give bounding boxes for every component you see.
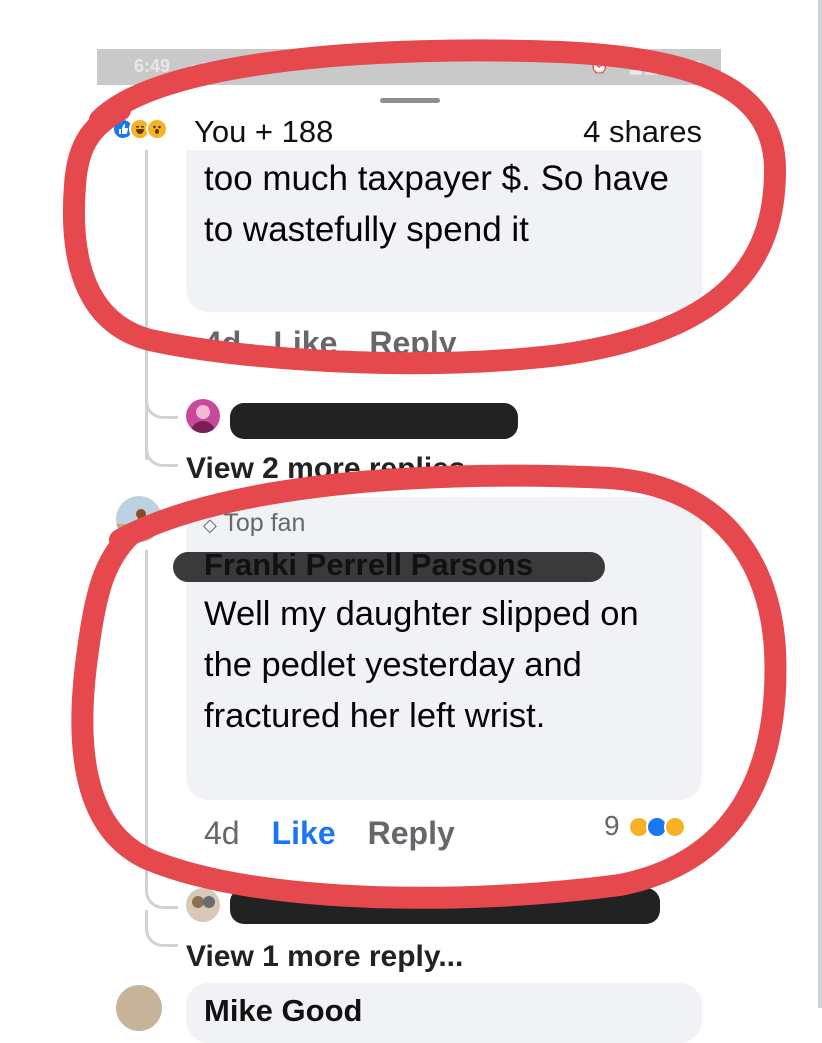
gallery-icon: ▨ <box>253 59 272 76</box>
image-icon: ▣ <box>202 59 221 76</box>
page-right-edge <box>818 0 822 1008</box>
app-icon: ✣ <box>236 59 254 76</box>
battery-icon <box>691 61 701 73</box>
reaction-count: 9 <box>604 810 620 841</box>
status-time: 6:49 <box>134 56 171 76</box>
comment-reactions[interactable]: 9 <box>604 810 704 844</box>
reply-preview-text: Bel Gibbs Cynthie... <box>242 405 507 436</box>
messenger-icon: ● <box>189 59 203 76</box>
like-button[interactable]: Like <box>272 815 336 851</box>
status-bar: 6:49 ●▣✉✣▨ ⏰◠▂▃ 33% <box>97 49 721 85</box>
comment-bubble[interactable]: ◇ Top fan Franki Perrell Parsons Well my… <box>173 497 702 800</box>
care-reaction-icon <box>664 816 686 838</box>
reply-preview-text: Anne West Franki Perrell Par... <box>242 890 648 921</box>
reply-preview[interactable]: Anne West Franki Perrell Par... <box>230 888 660 924</box>
comment-time: 4d <box>204 815 240 851</box>
avatar[interactable] <box>186 888 220 922</box>
comment-text: too much taxpayer $. So have to wasteful… <box>204 159 669 249</box>
notification-icons: ●▣✉✣▨ <box>189 58 272 76</box>
top-fan-label: Top fan <box>223 509 306 537</box>
thread-line <box>145 550 148 880</box>
thread-line <box>145 150 148 460</box>
reply-connector <box>145 430 178 467</box>
comment-text: Well my daughter slipped on the pedlet y… <box>204 595 639 735</box>
comment-bubble[interactable]: Mike Good <box>186 983 702 1043</box>
diamond-icon: ◇ <box>203 515 217 535</box>
avatar[interactable] <box>116 496 162 542</box>
alarm-icon: ⏰ <box>590 58 613 75</box>
comment-actions: 4d Like Reply <box>204 325 489 362</box>
reply-connector <box>145 910 178 947</box>
reply-button[interactable]: Reply <box>369 325 456 361</box>
comment-author: Mike Good <box>204 993 363 1028</box>
like-button[interactable]: Like <box>273 325 337 361</box>
wow-reaction-icon <box>146 118 168 140</box>
comment-bubble[interactable]: too much taxpayer $. So have to wasteful… <box>186 150 702 312</box>
view-more-replies[interactable]: View 1 more reply... <box>186 940 463 974</box>
view-more-replies[interactable]: View 2 more replies... <box>186 452 491 486</box>
avatar[interactable] <box>116 985 162 1031</box>
comment-author[interactable]: Franki Perrell Parsons <box>204 547 533 583</box>
avatar[interactable] <box>186 399 220 433</box>
reply-preview[interactable]: Bel Gibbs Cynthie... <box>230 403 519 439</box>
reply-connector <box>145 870 178 909</box>
reply-button[interactable]: Reply <box>368 815 455 851</box>
reaction-count-text[interactable]: You + 188 <box>194 114 333 150</box>
comment-actions: 4d Like Reply <box>204 815 487 852</box>
wifi-icon: ◠ <box>612 58 630 75</box>
top-fan-badge: ◇ Top fan <box>203 509 305 538</box>
comment-time: 4d <box>204 325 242 361</box>
reply-connector <box>145 380 178 419</box>
post-reactions-summary[interactable]: You + 188 4 shares <box>112 114 702 150</box>
drag-handle[interactable] <box>380 98 440 103</box>
shares-count[interactable]: 4 shares <box>583 114 702 150</box>
battery-percent: 33% <box>648 56 685 76</box>
mail-icon: ✉ <box>220 59 237 76</box>
